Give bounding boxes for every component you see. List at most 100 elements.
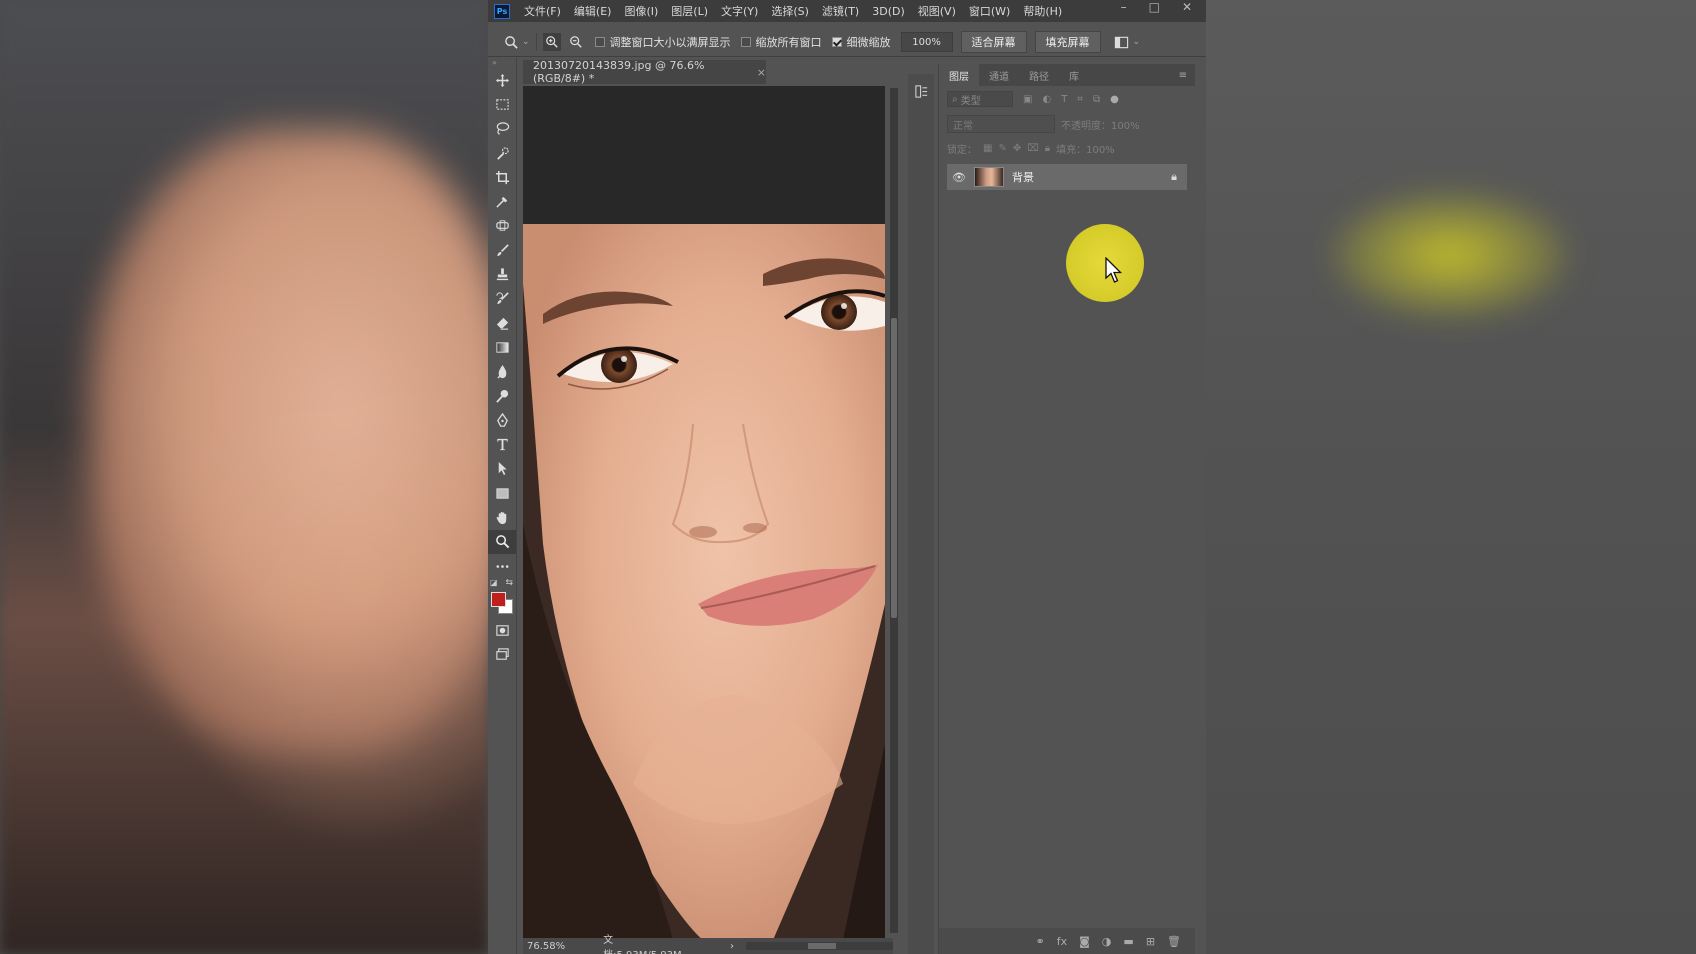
checkbox-box[interactable] (740, 37, 751, 47)
scrollbar-thumb[interactable] (891, 318, 897, 618)
zoom-in-icon[interactable] (542, 33, 561, 51)
marquee-tool-icon[interactable] (488, 92, 516, 116)
filter-adjustment-icon[interactable]: ◐ (1042, 94, 1051, 105)
crop-tool-icon[interactable] (488, 165, 516, 189)
menu-image[interactable]: 图像(I) (624, 3, 658, 19)
collapsed-panel-dock (908, 74, 934, 954)
gradient-tool-icon[interactable] (488, 335, 516, 359)
filter-kind-select[interactable]: ⌕ 类型 (947, 91, 1013, 107)
pen-tool-icon[interactable] (488, 408, 516, 432)
type-tool-icon[interactable] (488, 432, 516, 456)
new-layer-icon[interactable]: ⊞ (1146, 935, 1155, 948)
resize-windows-checkbox[interactable]: 调整窗口大小以满屏显示 (594, 34, 731, 50)
eraser-tool-icon[interactable] (488, 311, 516, 335)
move-tool-icon[interactable] (488, 68, 516, 92)
layer-name: 背景 (1012, 171, 1034, 184)
lock-transparent-icon[interactable]: ▦ (983, 143, 992, 154)
fill-control[interactable]: 填充：100% (1056, 141, 1115, 156)
eyedropper-tool-icon[interactable] (488, 189, 516, 213)
close-button[interactable]: ✕ (1182, 0, 1192, 16)
blurred-video-right (1206, 0, 1696, 954)
link-layers-icon[interactable]: ⚭ (1036, 935, 1045, 948)
menu-help[interactable]: 帮助(H) (1023, 3, 1062, 19)
scrollbar-thumb[interactable] (807, 943, 836, 949)
zoom-tool-icon[interactable] (488, 529, 516, 554)
filter-shape-icon[interactable]: ⌗ (1077, 94, 1083, 105)
delete-layer-icon[interactable]: 🗑︎ (1167, 935, 1181, 948)
hand-tool-icon[interactable] (488, 505, 516, 529)
new-group-icon[interactable]: ▬ (1123, 935, 1133, 948)
tab-paths[interactable]: 路径 (1019, 64, 1059, 86)
collapse-arrows-icon[interactable]: » (488, 58, 516, 68)
document-canvas[interactable] (523, 86, 885, 940)
maximize-button[interactable]: □ (1149, 0, 1160, 16)
rectangle-tool-icon[interactable] (488, 481, 516, 505)
lock-pixels-icon[interactable]: ✎ (998, 143, 1006, 154)
clone-stamp-tool-icon[interactable] (488, 262, 516, 286)
screen-mode-icon[interactable] (488, 643, 516, 667)
opacity-control[interactable]: 不透明度：100% (1061, 117, 1140, 132)
history-panel-icon[interactable] (912, 82, 930, 100)
blur-tool-icon[interactable] (488, 360, 516, 384)
more-tools-icon[interactable] (488, 554, 516, 578)
filter-type-icon[interactable]: T (1061, 94, 1067, 105)
close-document-icon[interactable]: × (757, 66, 766, 79)
checkbox-box-checked[interactable] (831, 37, 842, 47)
history-brush-tool-icon[interactable] (488, 287, 516, 311)
foreground-color-swatch[interactable] (491, 592, 506, 608)
minimize-button[interactable]: – (1121, 0, 1127, 16)
healing-brush-tool-icon[interactable] (488, 214, 516, 238)
quick-mask-icon[interactable] (488, 618, 516, 642)
menu-3d[interactable]: 3D(D) (872, 5, 905, 18)
default-colors-icon[interactable]: ◪ (490, 578, 498, 587)
zoom-tool-preset-icon[interactable] (502, 33, 520, 51)
layer-item-background[interactable]: 👁︎ 背景 🔒︎ (947, 164, 1187, 190)
quick-selection-tool-icon[interactable] (488, 141, 516, 165)
add-mask-icon[interactable]: ◙ (1079, 935, 1090, 948)
zoom-level-readout[interactable]: 76.58% (527, 941, 565, 952)
fit-screen-button[interactable]: 适合屏幕 (960, 31, 1027, 53)
path-selection-tool-icon[interactable] (488, 457, 516, 481)
scrubby-zoom-checkbox[interactable]: 细微缩放 (831, 34, 891, 50)
layer-lock-icon[interactable]: 🔒︎ (1171, 170, 1177, 184)
filter-pixel-icon[interactable]: ▣ (1023, 94, 1032, 105)
vertical-scrollbar[interactable] (890, 88, 898, 933)
checkbox-box[interactable] (594, 37, 605, 47)
zoom-percent-field[interactable]: 100% (900, 32, 953, 52)
menu-type[interactable]: 文字(Y) (721, 3, 758, 19)
adjustment-layer-icon[interactable]: ◑ (1102, 935, 1112, 948)
tab-channels[interactable]: 通道 (979, 64, 1019, 86)
lock-artboard-icon[interactable]: ⌧ (1027, 143, 1039, 154)
menu-layer[interactable]: 图层(L) (671, 3, 708, 19)
swap-colors-icon[interactable]: ⇆ (505, 578, 513, 588)
photoshop-window: Ps 文件(F) 编辑(E) 图像(I) 图层(L) 文字(Y) 选择(S) 滤… (488, 0, 1206, 954)
menu-edit[interactable]: 编辑(E) (574, 3, 612, 19)
tab-layers[interactable]: 图层 (939, 64, 979, 86)
chevron-down-icon[interactable]: ⌄ (522, 37, 530, 47)
status-menu-arrow-icon[interactable]: › (730, 941, 734, 952)
panel-menu-icon[interactable]: ≡ (1179, 70, 1187, 81)
menu-window[interactable]: 窗口(W) (969, 3, 1010, 19)
horizontal-scrollbar[interactable] (745, 942, 893, 950)
fill-screen-button[interactable]: 填充屏幕 (1034, 31, 1101, 53)
filter-smart-object-icon[interactable]: ⧉ (1093, 94, 1100, 105)
layer-style-fx-icon[interactable]: fx (1057, 935, 1067, 948)
dodge-tool-icon[interactable] (488, 384, 516, 408)
lasso-tool-icon[interactable] (488, 117, 516, 141)
menu-file[interactable]: 文件(F) (524, 3, 561, 19)
chevron-down-icon[interactable]: ⌄ (1133, 37, 1141, 47)
document-tab[interactable]: 20130720143839.jpg @ 76.6%(RGB/8#) * × (523, 59, 766, 85)
zoom-out-icon[interactable] (567, 33, 585, 51)
visibility-eye-icon[interactable]: 👁︎ (952, 171, 966, 184)
lock-position-icon[interactable]: ✥ (1013, 143, 1021, 154)
filter-toggle-icon[interactable]: ● (1110, 94, 1119, 105)
menu-select[interactable]: 选择(S) (771, 3, 809, 19)
menu-view[interactable]: 视图(V) (918, 3, 956, 19)
brush-tool-icon[interactable] (488, 238, 516, 262)
blend-mode-select[interactable]: 正常 (947, 115, 1055, 133)
workspace-layout-icon[interactable] (1113, 33, 1131, 51)
tab-libraries[interactable]: 库 (1059, 64, 1089, 86)
lock-all-icon[interactable]: 🔒︎ (1045, 143, 1050, 154)
menu-filter[interactable]: 滤镜(T) (822, 3, 859, 19)
zoom-all-windows-checkbox[interactable]: 缩放所有窗口 (740, 34, 822, 50)
